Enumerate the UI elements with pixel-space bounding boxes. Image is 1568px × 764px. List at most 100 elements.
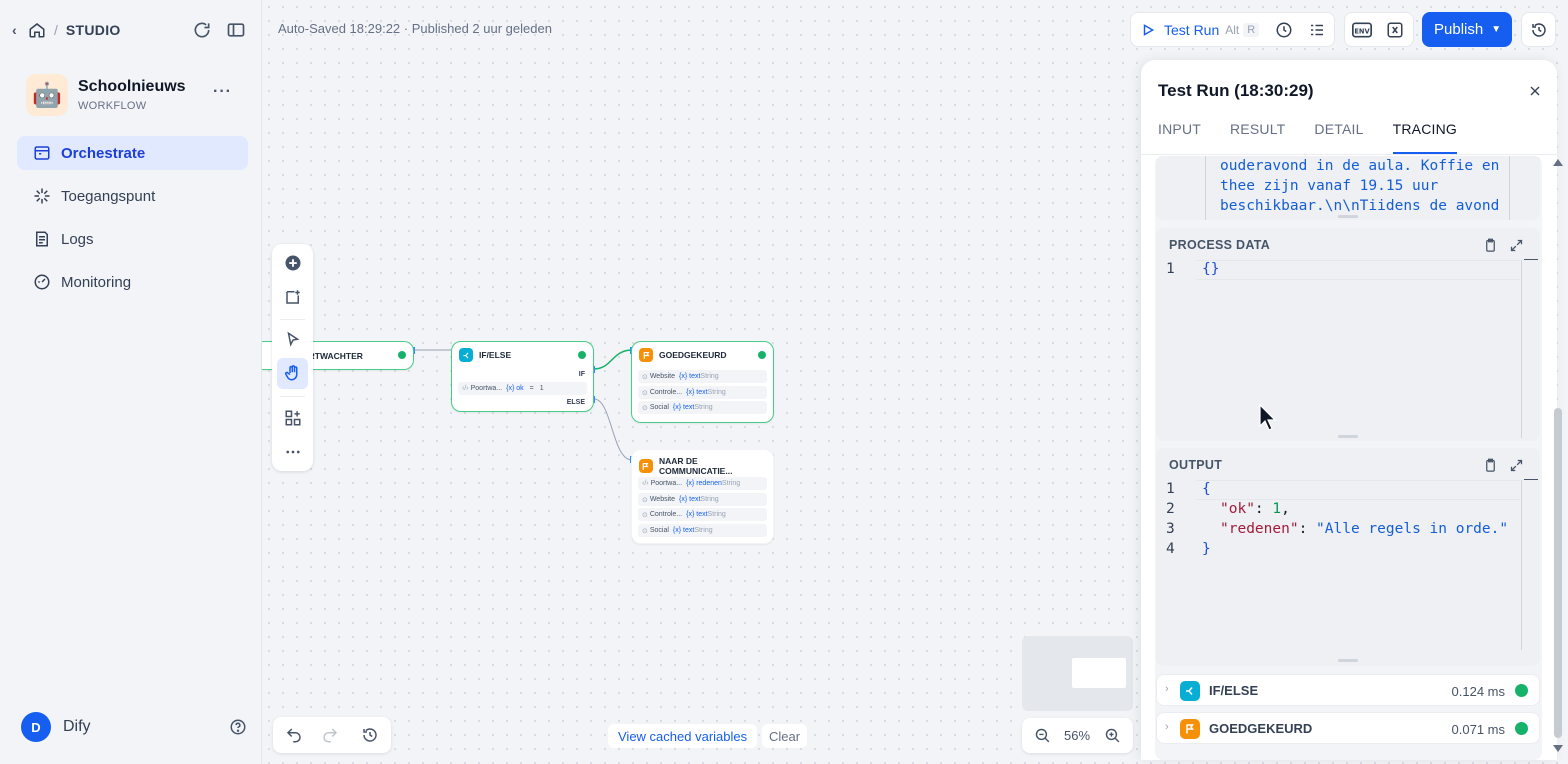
sidebar-item-monitoring[interactable]: Monitoring: [17, 265, 248, 299]
shortcut-alt: Alt: [1225, 22, 1240, 37]
panel-title: Test Run (18:30:29): [1158, 81, 1314, 100]
tab-tracing[interactable]: TRACING: [1392, 121, 1457, 154]
close-icon[interactable]: [1527, 83, 1543, 99]
user-menu[interactable]: D Dify: [21, 712, 247, 742]
node-title: NAAR DE COMMUNICATIE...: [639, 456, 773, 476]
publish-button[interactable]: Publish ▼: [1422, 12, 1512, 47]
output-row: ⊙ Social {x} text String: [638, 401, 767, 414]
history-icon[interactable]: [361, 726, 379, 744]
branch-icon: [459, 348, 473, 362]
checklist-icon[interactable]: [1308, 21, 1326, 39]
condition-value: 1: [539, 385, 544, 392]
add-node-icon[interactable]: [284, 254, 302, 272]
trace-row-ifelse[interactable]: › IF/ELSE 0.124 ms: [1156, 674, 1540, 706]
copy-icon[interactable]: [1483, 458, 1498, 473]
home-icon[interactable]: [28, 21, 46, 39]
version-history-button[interactable]: [1521, 12, 1556, 47]
node-goedgekeurd[interactable]: GOEDGEKEURD ⊙ Website {x} text String ⊙ Co…: [631, 341, 774, 423]
variable-icon[interactable]: [1386, 21, 1404, 39]
code-line: ouderavond in de aula. Koffie en: [1220, 158, 1500, 174]
expand-icon[interactable]: [1509, 238, 1524, 253]
hand-icon[interactable]: [284, 364, 302, 382]
node-title: GOEDGEKEURD: [639, 348, 727, 362]
code-line: {}: [1202, 261, 1220, 277]
output-row: ⊙ Controle... {x} text String: [638, 508, 767, 521]
sidebar-item-label: Logs: [61, 230, 94, 248]
add-note-icon[interactable]: [284, 288, 302, 306]
branch-icon: [1180, 681, 1200, 701]
breadcrumb-studio[interactable]: STUDIO: [66, 22, 121, 38]
success-icon: [758, 351, 766, 359]
tab-input[interactable]: INPUT: [1158, 121, 1201, 154]
output-row: ⊙ Social {x} text String: [638, 524, 767, 537]
node-communicatie[interactable]: NAAR DE COMMUNICATIE... ‹/› Poortwa... {x…: [631, 449, 774, 544]
help-icon[interactable]: [229, 718, 247, 736]
test-run-group: Test Run Alt R: [1130, 12, 1335, 47]
sidebar: ‹ / STUDIO 🤖 Schoolnieuws WORKFLOW ··· O…: [0, 0, 262, 764]
output-row: ⊙ Controle... {x} text String: [638, 386, 767, 399]
sidebar-toggle-icon[interactable]: [226, 20, 246, 40]
zoom-level[interactable]: 56%: [1064, 728, 1090, 743]
organize-blocks-icon[interactable]: [284, 409, 302, 427]
copy-icon[interactable]: [1483, 238, 1498, 253]
view-cached-variables-button[interactable]: View cached variables: [608, 724, 758, 748]
zoom-out-icon[interactable]: [1034, 727, 1051, 744]
tab-detail[interactable]: DETAIL: [1314, 121, 1363, 154]
else-label: ELSE: [566, 399, 585, 406]
node-title-text: IF/ELSE: [479, 350, 512, 360]
panel-scrollbar[interactable]: [1552, 155, 1566, 760]
refresh-icon[interactable]: [192, 20, 212, 40]
line-number: 4: [1166, 541, 1175, 557]
end-node-icon: [1180, 719, 1200, 739]
code-line: beschikbaar.\n\nTiidens de avond: [1220, 198, 1500, 214]
success-icon: [1515, 684, 1528, 697]
code-line: "redenen": "Alle regels in orde.": [1220, 521, 1509, 537]
sidebar-item-label: Orchestrate: [61, 144, 146, 162]
zoom-in-icon[interactable]: [1104, 727, 1121, 744]
sidebar-item-orchestrate[interactable]: Orchestrate: [17, 136, 248, 170]
sidebar-item-logs[interactable]: Logs: [17, 222, 248, 256]
condition-operator: =: [529, 385, 534, 392]
chevron-right-icon: ›: [1165, 683, 1169, 695]
code-icon: ‹/›: [462, 385, 469, 392]
tool-palette: [272, 244, 313, 471]
clear-button[interactable]: Clear: [762, 724, 808, 748]
more-icon[interactable]: ···: [213, 83, 232, 101]
user-name: Dify: [63, 718, 91, 735]
chevron-left-icon[interactable]: ‹: [12, 22, 26, 38]
sidebar-nav: Orchestrate Toegangspunt Logs Monitoring: [17, 136, 248, 308]
success-icon: [1515, 722, 1528, 735]
expand-icon[interactable]: [1509, 458, 1524, 473]
condition-variable: {x} ok: [506, 385, 524, 392]
input-block: ouderavond in de aula. Koffie en thee zi…: [1156, 156, 1540, 220]
node-ifelse[interactable]: IF/ELSE IF ‹/› Poortwa... {x} ok = 1 ELS…: [451, 341, 594, 412]
test-run-button[interactable]: Test Run: [1164, 22, 1219, 38]
publish-label: Publish: [1434, 21, 1484, 38]
output-row: ⊙ Website {x} text String: [638, 370, 767, 383]
line-number: 1: [1166, 481, 1175, 497]
zoom-control: 56%: [1022, 718, 1133, 753]
svg-text:ENV: ENV: [1354, 27, 1370, 35]
more-icon[interactable]: [284, 443, 302, 461]
env-icon[interactable]: ENV: [1352, 21, 1372, 39]
end-node-icon: [639, 459, 653, 473]
process-data-block: PROCESS DATA 1 {}: [1156, 228, 1540, 441]
env-group: ENV: [1344, 12, 1414, 47]
pointer-icon[interactable]: [284, 331, 302, 349]
trace-row-goedgekeurd[interactable]: › GOEDGEKEURD 0.071 ms: [1156, 712, 1540, 744]
minimap[interactable]: [1022, 636, 1133, 711]
breadcrumb: ‹ / STUDIO: [12, 18, 252, 42]
process-data-header: PROCESS DATA: [1169, 238, 1271, 252]
run-history-icon[interactable]: [1275, 21, 1293, 39]
sidebar-item-toegangspunt[interactable]: Toegangspunt: [17, 179, 248, 213]
redo-icon[interactable]: [321, 726, 339, 744]
undo-icon[interactable]: [285, 726, 303, 744]
app-card[interactable]: 🤖 Schoolnieuws WORKFLOW ···: [26, 73, 246, 117]
success-icon: [578, 351, 586, 359]
logs-icon: [36, 231, 48, 247]
tracing-content: ouderavond in de aula. Koffie en thee zi…: [1155, 156, 1542, 760]
end-node-icon: [639, 348, 653, 362]
tab-result[interactable]: RESULT: [1230, 121, 1285, 154]
play-icon[interactable]: [1141, 23, 1155, 37]
app-type: WORKFLOW: [78, 100, 147, 112]
